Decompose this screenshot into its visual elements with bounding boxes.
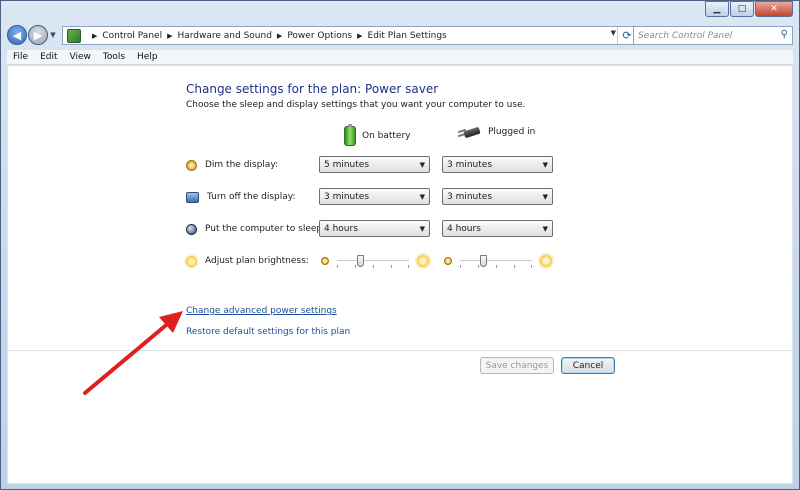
brightness-plugged-slider[interactable] <box>444 253 552 269</box>
bright-sun-icon <box>540 255 552 267</box>
forward-button[interactable]: ▶ <box>28 25 48 45</box>
select-value: 5 minutes <box>324 159 370 170</box>
sleep-icon <box>186 223 197 235</box>
chevron-down-icon: ▼ <box>419 193 425 201</box>
slider-thumb[interactable] <box>480 255 487 267</box>
brightness-icon <box>186 255 197 267</box>
display-off-plugged-select[interactable]: 3 minutes ▼ <box>442 188 553 205</box>
setting-row-dim: Dim the display: <box>186 156 278 174</box>
breadcrumb: Control Panel ▶ Hardware and Sound ▶ Pow… <box>102 31 446 41</box>
menu-edit[interactable]: Edit <box>40 52 57 62</box>
setting-label: Put the computer to sleep: <box>205 224 326 234</box>
select-value: 3 minutes <box>324 191 370 202</box>
breadcrumb-separator[interactable]: ▶ <box>167 32 172 40</box>
minimize-button[interactable]: ▁ <box>705 1 729 17</box>
setting-label: Dim the display: <box>205 160 279 170</box>
dim-display-icon <box>186 159 197 171</box>
slider-track[interactable] <box>337 255 409 268</box>
menu-tools[interactable]: Tools <box>103 52 125 62</box>
content-pane: Change settings for the plan: Power save… <box>7 65 793 484</box>
recent-pages-dropdown[interactable]: ▼ <box>48 31 58 39</box>
change-advanced-settings-link[interactable]: Change advanced power settings <box>186 306 337 316</box>
power-plug-icon <box>457 126 482 139</box>
plugged-in-label: Plugged in <box>488 127 536 137</box>
chevron-down-icon: ▼ <box>542 161 548 169</box>
sleep-battery-select[interactable]: 4 hours ▼ <box>319 220 430 237</box>
setting-row-sleep: Put the computer to sleep: <box>186 220 325 238</box>
battery-icon <box>344 124 356 146</box>
address-dropdown-icon[interactable]: ▼ <box>611 29 616 37</box>
breadcrumb-separator[interactable]: ▶ <box>357 32 362 40</box>
breadcrumb-power-options[interactable]: Power Options <box>287 31 352 41</box>
address-bar[interactable]: ▶ Control Panel ▶ Hardware and Sound ▶ P… <box>62 26 637 45</box>
chevron-down-icon: ▼ <box>419 225 425 233</box>
dim-plugged-select[interactable]: 3 minutes ▼ <box>442 156 553 173</box>
slider-thumb[interactable] <box>357 255 364 267</box>
setting-row-brightness: Adjust plan brightness: <box>186 252 309 270</box>
display-off-battery-select[interactable]: 3 minutes ▼ <box>319 188 430 205</box>
display-off-icon <box>186 191 199 203</box>
page-title: Change settings for the plan: Power save… <box>186 82 439 96</box>
restore-defaults-link[interactable]: Restore default settings for this plan <box>186 327 350 337</box>
sleep-plugged-select[interactable]: 4 hours ▼ <box>442 220 553 237</box>
dim-sun-icon <box>444 257 452 265</box>
page-subtitle: Choose the sleep and display settings th… <box>186 100 526 110</box>
on-battery-label: On battery <box>362 131 411 141</box>
back-button[interactable]: ◀ <box>7 25 27 45</box>
setting-row-display-off: Turn off the display: <box>186 188 295 206</box>
breadcrumb-edit-plan-settings[interactable]: Edit Plan Settings <box>368 31 447 41</box>
search-icon[interactable]: ⚲ <box>781 29 788 40</box>
breadcrumb-control-panel[interactable]: Control Panel <box>102 31 162 41</box>
on-battery-header: On battery <box>344 124 411 146</box>
setting-label: Adjust plan brightness: <box>205 256 309 266</box>
menu-file[interactable]: File <box>13 52 28 62</box>
menu-bar: File Edit View Tools Help <box>7 50 793 65</box>
cancel-button[interactable]: Cancel <box>561 357 615 374</box>
control-panel-icon <box>67 28 81 43</box>
search-input[interactable]: Search Control Panel ⚲ <box>633 26 793 45</box>
select-value: 4 hours <box>447 223 481 234</box>
brightness-battery-slider[interactable] <box>321 253 429 269</box>
select-value: 3 minutes <box>447 159 493 170</box>
divider <box>8 350 792 351</box>
chevron-down-icon: ▼ <box>419 161 425 169</box>
close-button[interactable]: ✕ <box>755 1 793 17</box>
search-placeholder: Search Control Panel <box>638 30 733 41</box>
menu-help[interactable]: Help <box>137 52 158 62</box>
select-value: 3 minutes <box>447 191 493 202</box>
chevron-down-icon: ▼ <box>542 225 548 233</box>
explorer-window: ▁ □ ✕ ◀ ▶ ▼ ▶ Control Panel ▶ Hardware a… <box>0 0 800 490</box>
caption-buttons: ▁ □ ✕ <box>705 1 793 17</box>
breadcrumb-hardware-and-sound[interactable]: Hardware and Sound <box>177 31 271 41</box>
setting-label: Turn off the display: <box>207 192 296 202</box>
maximize-button[interactable]: □ <box>730 1 754 17</box>
select-value: 4 hours <box>324 223 358 234</box>
navigation-bar: ◀ ▶ ▼ ▶ Control Panel ▶ Hardware and Sou… <box>7 23 793 47</box>
save-changes-button[interactable]: Save changes <box>480 357 554 374</box>
breadcrumb-separator[interactable]: ▶ <box>277 32 282 40</box>
menu-view[interactable]: View <box>70 52 91 62</box>
bright-sun-icon <box>417 255 429 267</box>
dim-battery-select[interactable]: 5 minutes ▼ <box>319 156 430 173</box>
slider-track[interactable] <box>460 255 532 268</box>
breadcrumb-separator[interactable]: ▶ <box>92 32 97 40</box>
dim-sun-icon <box>321 257 329 265</box>
plugged-in-header: Plugged in <box>457 126 536 139</box>
chevron-down-icon: ▼ <box>542 193 548 201</box>
